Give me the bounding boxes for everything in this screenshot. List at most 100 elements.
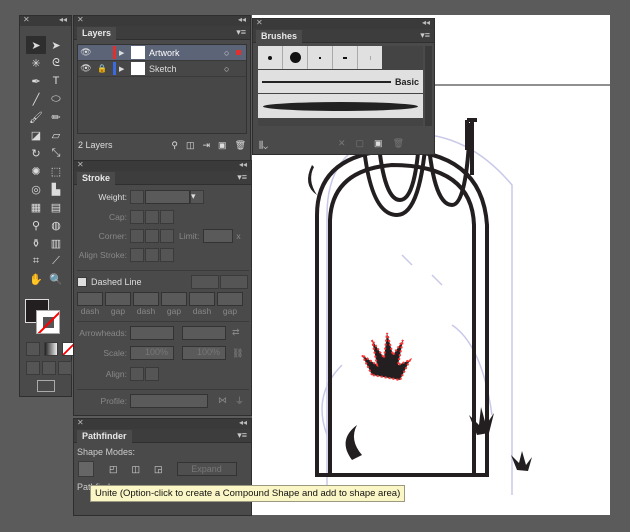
selection-indicator[interactable] [236,50,241,55]
lock-icon[interactable]: 🔒 [94,64,110,73]
free-transform-tool-icon[interactable]: ⬚ [46,162,66,180]
warp-tool-icon[interactable]: ✺ [26,162,46,180]
paintbrush-tool-icon[interactable]: 🖌 [26,108,46,126]
magic-wand-tool-icon[interactable]: ✳ [26,54,46,72]
line-tool-icon[interactable]: ╱ [26,90,46,108]
start-arrowhead-select[interactable] [130,325,174,340]
color-icon[interactable] [26,342,40,356]
brush-item[interactable] [283,46,308,69]
close-icon[interactable]: ✕ [77,160,84,169]
collapse-icon[interactable]: ◂◂ [239,418,247,427]
blob-brush-tool-icon[interactable]: ◪ [26,126,46,144]
bevel-join-button[interactable] [160,228,174,243]
tab-layers[interactable]: Layers [77,27,117,40]
panel-menu-icon[interactable]: ▾≡ [236,27,246,38]
draw-normal-icon[interactable] [26,361,40,375]
intersect-icon[interactable]: ◫ [132,464,141,475]
layer-name[interactable]: Sketch [149,64,224,74]
locate-object-icon[interactable]: ⚲ [171,140,178,151]
screen-mode-icon[interactable] [37,380,55,392]
tab-stroke[interactable]: Stroke [77,172,116,185]
layer-name[interactable]: Artwork [149,48,224,58]
options-icon[interactable]: ▢ [356,138,375,148]
eraser-tool-icon[interactable]: ▱ [46,126,66,144]
pencil-tool-icon[interactable]: ✏ [46,108,66,126]
preserve-dash-button[interactable] [191,274,219,289]
limit-input[interactable] [203,228,234,243]
target-icon[interactable]: ○ [224,64,246,74]
layer-row-artwork[interactable]: 👁 ▶ Artwork ○ [78,45,246,61]
round-join-button[interactable] [145,228,159,243]
collapse-icon[interactable]: ◂◂ [238,15,246,24]
new-brush-icon[interactable]: ▣ [374,138,393,148]
profile-select[interactable] [130,393,208,408]
remove-stroke-icon[interactable]: ✕ [338,138,356,148]
ellipse-tool-icon[interactable]: ⬭ [46,90,66,108]
perspective-grid-tool-icon[interactable]: ▙ [46,180,66,198]
eye-icon[interactable]: 👁 [78,63,94,74]
arrow-tip-extend-button[interactable] [130,367,144,381]
align-inside-button[interactable] [145,247,159,262]
tab-brushes[interactable]: Brushes [256,30,303,43]
link-scale-icon[interactable]: ⛓ [232,348,243,359]
tab-pathfinder[interactable]: Pathfinder [77,430,132,443]
collapse-icon[interactable]: ◂◂ [239,160,247,169]
trash-icon[interactable]: 🗑 [235,140,246,151]
gradient-icon[interactable] [44,342,58,356]
expand-button[interactable]: Expand [176,462,237,476]
hand-tool-icon[interactable]: ✋ [26,270,46,288]
direct-selection-tool-icon[interactable]: ➤ [46,36,66,54]
align-dash-corners-button[interactable] [220,274,248,289]
align-center-button[interactable] [130,247,144,262]
brush-libraries-icon[interactable]: ⫼⌄ [259,140,268,151]
close-icon[interactable]: ✕ [256,18,263,27]
brush-item[interactable] [258,46,283,69]
eyedropper-tool-icon[interactable]: ⚲ [26,216,46,234]
type-tool-icon[interactable]: T [46,72,66,90]
zoom-tool-icon[interactable]: 🔍 [46,270,66,288]
flip-along-icon[interactable]: ⋈ [218,395,227,406]
miter-join-button[interactable] [130,228,144,243]
eye-icon[interactable]: 👁 [78,47,94,58]
close-icon[interactable]: ✕ [23,15,30,24]
rotate-tool-icon[interactable]: ↻ [26,144,46,162]
clipping-mask-icon[interactable]: ◫ [186,140,195,151]
exclude-icon[interactable]: ◲ [154,464,163,475]
artboard-tool-icon[interactable]: ⌗ [26,252,46,270]
unite-button[interactable] [78,461,94,477]
draw-behind-icon[interactable] [42,361,56,375]
brush-item[interactable] [333,46,358,69]
arrow-tip-at-end-button[interactable] [145,367,159,381]
brush-item[interactable] [308,46,333,69]
collapse-icon[interactable]: ◂◂ [59,15,67,24]
scrollbar[interactable] [425,46,432,126]
flip-across-icon[interactable]: ⏚ [235,394,244,407]
panel-menu-icon[interactable]: ▾≡ [237,172,247,183]
end-arrowhead-select[interactable] [182,325,226,340]
minus-front-icon[interactable]: ◰ [109,464,118,475]
blend-tool-icon[interactable]: ◍ [46,216,66,234]
brush-calligraphic[interactable] [258,94,423,118]
weight-dropdown[interactable]: ▾ [190,190,204,204]
weight-stepper[interactable] [130,190,144,204]
round-cap-button[interactable] [145,209,159,224]
start-scale-input[interactable]: 100% [130,346,174,360]
expand-arrow-icon[interactable]: ▶ [119,65,131,73]
weight-input[interactable] [145,190,190,204]
mesh-tool-icon[interactable]: ▦ [26,198,46,216]
layer-row-sketch[interactable]: 👁 🔒 ▶ Sketch ○ [78,61,246,77]
brush-basic[interactable]: Basic [258,70,423,93]
align-outside-button[interactable] [160,247,174,262]
brush-item[interactable] [358,46,382,69]
stroke-swatch[interactable] [36,310,60,334]
slice-tool-icon[interactable]: ⟋ [46,252,66,270]
new-sublayer-icon[interactable]: ⇥ [203,140,211,151]
shape-builder-tool-icon[interactable]: ◎ [26,180,46,198]
close-icon[interactable]: ✕ [77,15,84,24]
trash-icon[interactable]: 🗑 [393,138,414,148]
expand-arrow-icon[interactable]: ▶ [119,49,131,57]
symbol-sprayer-tool-icon[interactable]: ⚱ [26,234,46,252]
column-graph-tool-icon[interactable]: ▥ [46,234,66,252]
close-icon[interactable]: ✕ [77,418,84,427]
scale-tool-icon[interactable]: ⤡ [46,144,66,162]
